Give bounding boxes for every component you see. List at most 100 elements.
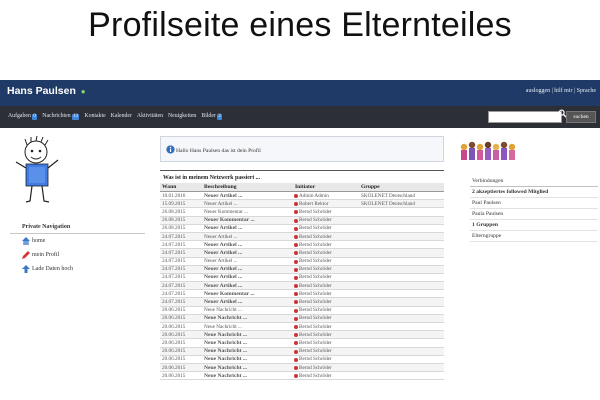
activity-description-link[interactable]: Neuer Artikel ... xyxy=(202,281,293,291)
activity-description-link[interactable]: Neuer Artikel ... xyxy=(202,265,293,274)
activity-initiator[interactable]: Bernd Schröder xyxy=(293,314,359,324)
activity-initiator[interactable]: Bernd Schröder xyxy=(293,232,359,242)
search-input[interactable] xyxy=(488,111,562,123)
initiator-name: Bernd Schröder xyxy=(299,241,332,248)
initiator-name: Robert Rektor xyxy=(299,200,329,207)
activity-description-link[interactable]: Neuer Artikel ... xyxy=(202,248,293,258)
activity-initiator[interactable]: Bernd Schröder xyxy=(293,306,359,315)
activity-initiator[interactable]: Bernd Schröder xyxy=(293,371,359,380)
activity-description-link[interactable]: Neue Nachricht ... xyxy=(202,338,293,348)
activity-description-link[interactable]: Neuer Artikel ... xyxy=(202,297,293,307)
table-row: 24.07.2015 Neuer Artikel ... Bernd Schröde… xyxy=(160,248,444,258)
activity-description-link[interactable]: Neuer Artikel ... xyxy=(202,232,293,242)
connection-item[interactable]: Paula Paulsen xyxy=(470,209,598,220)
initiator-name: Bernd Schröder xyxy=(299,266,332,273)
column-header-when: Wann xyxy=(160,183,202,192)
table-row: 20.06.2015 Neue Nachricht ... Bernd Schröd… xyxy=(160,347,444,356)
table-row: 26.08.2015 Neuer Kommentar ... Bernd Schrö… xyxy=(160,207,444,217)
activity-date: 24.07.2015 xyxy=(160,297,202,307)
activity-date: 10.01.2016 xyxy=(160,191,202,201)
group-image xyxy=(460,141,516,160)
activity-description-link[interactable]: Neuer Kommentar ... xyxy=(202,207,293,217)
activity-group-link xyxy=(359,306,444,315)
table-row: 24.07.2015 Neuer Artikel ... Bernd Schröde… xyxy=(160,273,444,283)
activity-group-link xyxy=(359,355,444,364)
private-navigation-title: Private Navigation xyxy=(10,222,145,234)
nav-item-nachrichten[interactable]: Nachrichten 13 xyxy=(42,113,80,120)
column-header-group: Gruppe xyxy=(359,183,444,192)
activity-description-link[interactable]: Neue Nachricht ... xyxy=(202,347,293,356)
activity-description-link[interactable]: Neue Nachricht ... xyxy=(202,314,293,324)
activity-description-link[interactable]: Neuer Artikel ... xyxy=(202,257,293,266)
activity-date: 26.08.2015 xyxy=(160,224,202,233)
nav-item-aktivitäten[interactable]: Aktivitäten xyxy=(137,113,163,119)
user-name-link[interactable]: Hans Paulsen ● xyxy=(7,85,86,97)
activity-description-link[interactable]: Neue Nachricht ... xyxy=(202,363,293,373)
activity-description-link[interactable]: Neue Nachricht ... xyxy=(202,355,293,364)
activity-initiator[interactable]: Bernd Schröder xyxy=(293,330,359,340)
activity-description-link[interactable]: Neuer Artikel ... xyxy=(202,191,293,201)
nav-item-aufgaben[interactable]: Aufgaben 0 xyxy=(8,113,38,120)
activity-group-link[interactable]: SKOLENET Deutschland xyxy=(359,199,444,209)
activity-group-link[interactable]: SKOLENET Deutschland xyxy=(359,191,444,201)
activity-description-link[interactable]: Neue Nachricht ... xyxy=(202,371,293,380)
activity-description-link[interactable]: Neuer Kommentar ... xyxy=(202,216,293,225)
nav-item-label: Aktivitäten xyxy=(136,113,163,119)
nav-my-profile[interactable]: mein Profil xyxy=(10,248,145,262)
profile-info-message: Hallo Hans Paulsen das ist dein Profil xyxy=(176,148,261,154)
activity-group-link xyxy=(359,207,444,217)
account-links[interactable]: ausloggen | hilf mir | Sprache xyxy=(526,88,596,94)
connection-item[interactable]: Elterngruppe xyxy=(470,231,598,242)
activity-initiator[interactable]: Bernd Schröder xyxy=(293,355,359,364)
activity-initiator[interactable]: Bernd Schröder xyxy=(293,322,359,332)
activity-initiator[interactable]: Bernd Schröder xyxy=(293,347,359,356)
activity-initiator[interactable]: Bernd Schröder xyxy=(293,224,359,233)
user-icon xyxy=(294,308,298,313)
activity-initiator[interactable]: Bernd Schröder xyxy=(293,338,359,348)
activity-description-link[interactable]: Neuer Artikel ... xyxy=(202,199,293,209)
activity-initiator[interactable]: Bernd Schröder xyxy=(293,273,359,283)
activity-initiator[interactable]: Bernd Schröder xyxy=(293,240,359,250)
nav-home[interactable]: home xyxy=(10,234,145,248)
activity-description-link[interactable]: Neuer Artikel ... xyxy=(202,224,293,233)
activity-description-link[interactable]: Neuer Kommentar ... xyxy=(202,289,293,299)
nav-item-label: Nachrichten xyxy=(42,113,71,119)
activity-description-link[interactable]: Neue Nachricht ... xyxy=(202,322,293,332)
connection-item[interactable]: Paul Paulsen xyxy=(470,198,598,209)
search-button[interactable]: suchen xyxy=(566,111,596,123)
activity-description-link[interactable]: Neue Nachricht ... xyxy=(202,306,293,315)
nav-item-kontakte[interactable]: Kontakte xyxy=(84,113,105,119)
activity-initiator[interactable]: Bernd Schröder xyxy=(293,265,359,274)
activity-initiator[interactable]: Robert Rektor xyxy=(293,199,359,209)
activity-initiator[interactable]: Bernd Schröder xyxy=(293,297,359,307)
activity-initiator[interactable]: Bernd Schröder xyxy=(293,281,359,291)
activity-description-link[interactable]: Neue Nachricht ... xyxy=(202,330,293,340)
initiator-name: Bernd Schröder xyxy=(299,217,332,224)
nav-upload[interactable]: Lade Daten hoch xyxy=(10,262,145,276)
activity-description-link[interactable]: Neuer Artikel ... xyxy=(202,273,293,283)
activity-initiator[interactable]: Bernd Schröder xyxy=(293,257,359,266)
nav-item-kalender[interactable]: Kalender xyxy=(111,113,132,119)
initiator-name: Bernd Schröder xyxy=(299,339,332,346)
table-row: 10.01.2016 Neuer Artikel ... Admin Admin SK… xyxy=(160,191,444,201)
activity-table-body: 10.01.2016 Neuer Artikel ... Admin Admin SK… xyxy=(160,191,444,380)
activity-group-link xyxy=(359,248,444,258)
table-row: 26.08.2015 Neuer Kommentar ... Bernd Schrö… xyxy=(160,216,444,225)
activity-initiator[interactable]: Bernd Schröder xyxy=(293,289,359,299)
nav-item-bilder[interactable]: Bilder 2 xyxy=(201,113,223,120)
activity-feed-title: Was ist in meinem Netzwerk passiert ... xyxy=(160,170,444,183)
activity-initiator[interactable]: Admin Admin xyxy=(293,191,359,201)
activity-description-link[interactable]: Neuer Artikel ... xyxy=(202,240,293,250)
activity-initiator[interactable]: Bernd Schröder xyxy=(293,216,359,225)
activity-date: 15.09.2015 xyxy=(160,199,202,209)
activity-group-link xyxy=(359,224,444,233)
initiator-name: Bernd Schröder xyxy=(299,323,332,330)
activity-initiator[interactable]: Bernd Schröder xyxy=(293,363,359,373)
initiator-name: Admin Admin xyxy=(299,192,329,199)
table-row: 20.06.2015 Neue Nachricht ... Bernd Schröd… xyxy=(160,338,444,348)
profile-avatar xyxy=(15,136,59,203)
activity-initiator[interactable]: Bernd Schröder xyxy=(293,207,359,217)
nav-item-neuigkeiten[interactable]: Neuigkeiten xyxy=(168,113,196,119)
activity-initiator[interactable]: Bernd Schröder xyxy=(293,248,359,258)
nav-item-label: Kontakte xyxy=(84,113,106,119)
